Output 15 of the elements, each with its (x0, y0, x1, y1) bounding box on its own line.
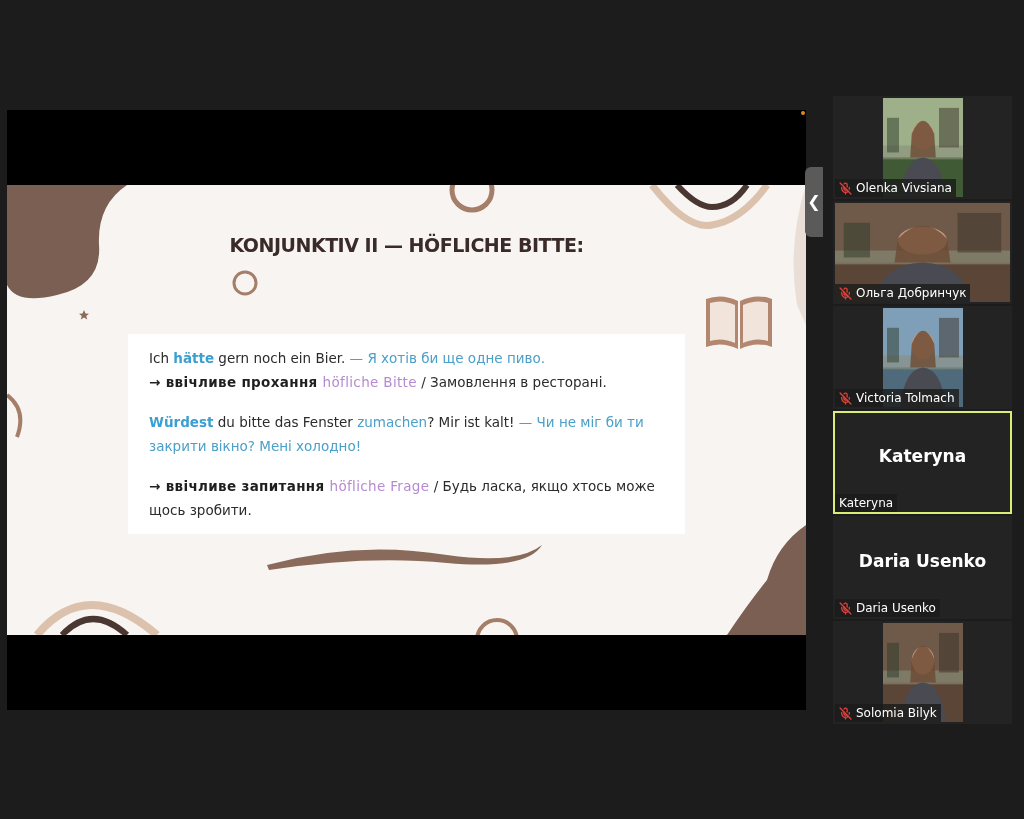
participant-name: Victoria Tolmach (856, 390, 955, 407)
participant-display-name: Daria Usenko (858, 549, 987, 573)
participant-name: Ольга Добринчук (856, 285, 967, 302)
participant-name: Daria Usenko (856, 600, 936, 617)
collapse-toggle[interactable]: ❮ (805, 167, 823, 237)
participant-name: Solomia Bilyk (856, 705, 937, 722)
slide-text: Würdest du bitte das Fenster zumachen? Mir ist kalt! — Чи не міг би ти закрити вікно? Мені холодно! (149, 412, 645, 456)
participant-display-name: Kateryna (878, 444, 967, 468)
participant-name: Olenka Vivsiana (856, 180, 952, 197)
slide-text: Ich hätte gern noch ein Bier. — Я хотів би ще одне пиво. (149, 348, 546, 368)
slide-title: KONJUNKTIV II — HÖFLICHE BITTE: (229, 232, 584, 258)
slide-text: → ввічливе прохання höfliche Bitte / Замовлення в ресторані. (149, 372, 608, 392)
slide-text: → ввічливе запитання höfliche Frage / Будь ласка, якщо хтось може щось зробити. (149, 476, 656, 520)
participant-name: Kateryna (839, 495, 894, 512)
star-icon (78, 309, 90, 321)
